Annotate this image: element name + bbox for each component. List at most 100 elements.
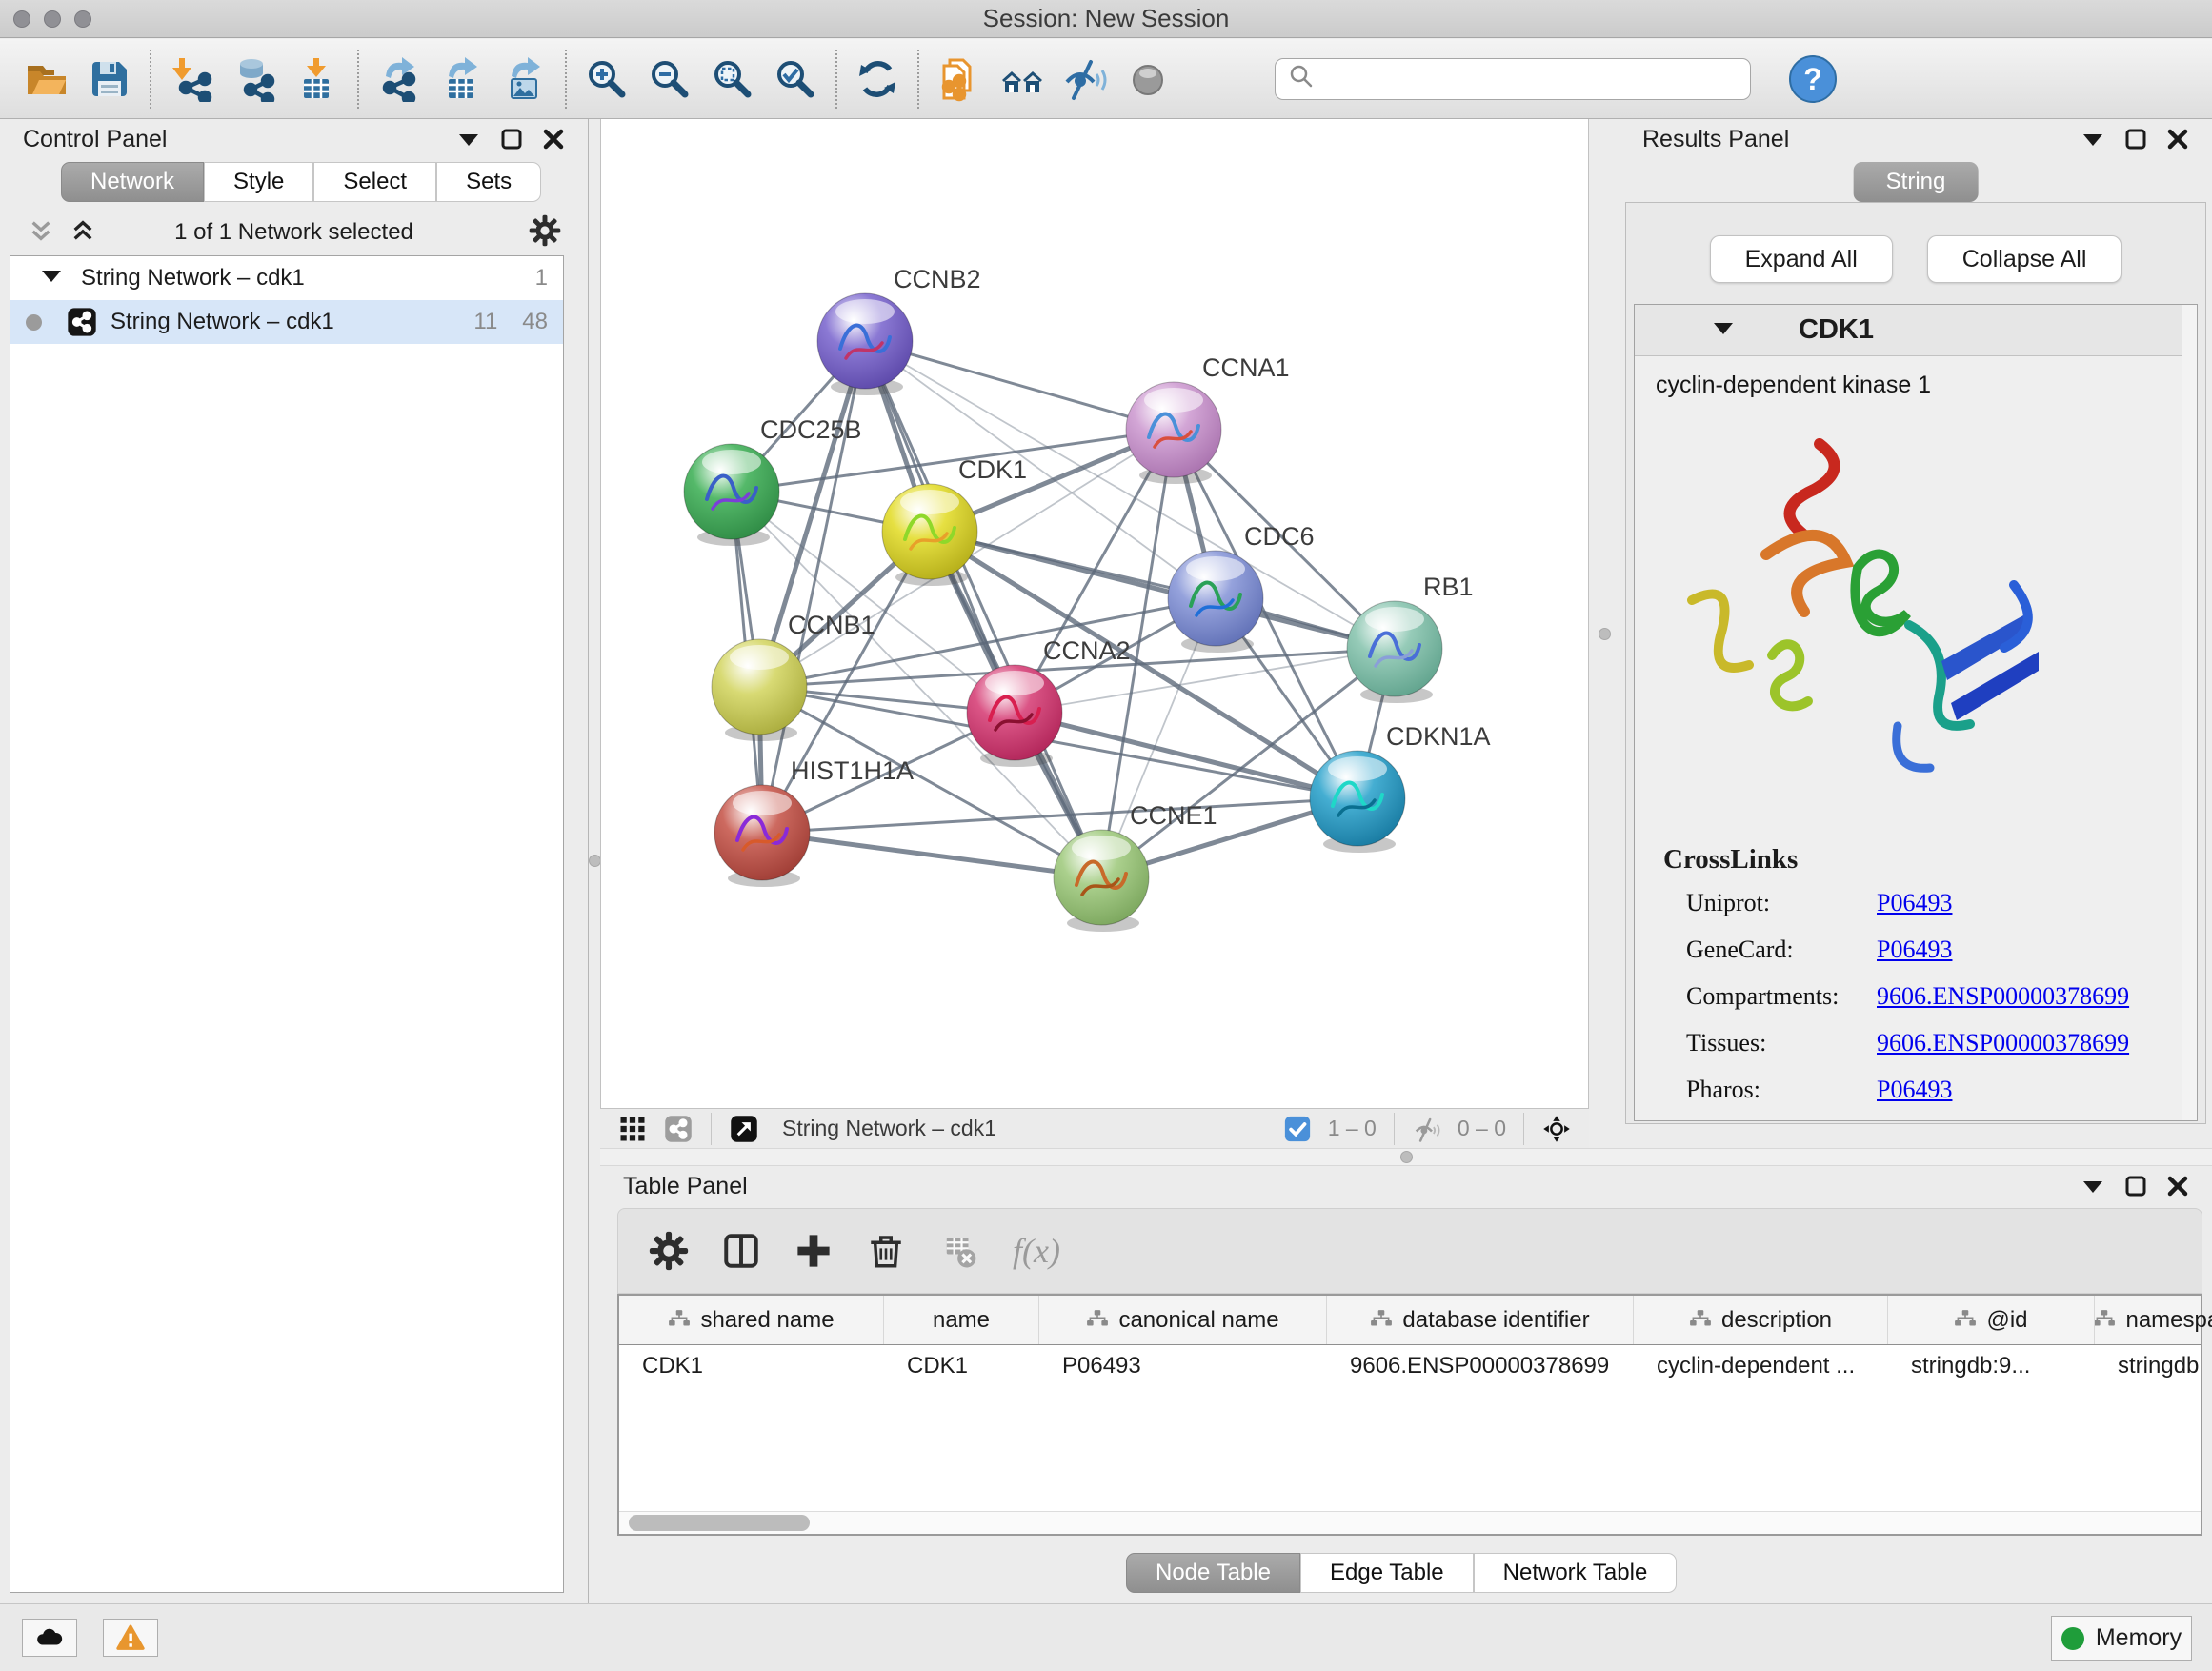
table-row[interactable]: CDK1CDK1P064939606.ENSP00000378699cyclin… [619, 1345, 2201, 1387]
collection-expand-icon[interactable] [39, 265, 64, 292]
tab-network-table[interactable]: Network Table [1474, 1553, 1678, 1593]
bottom-splitter-handle[interactable] [1400, 1151, 1413, 1163]
node-CDK1[interactable]: CDK1 [882, 455, 1027, 586]
node-CDC6[interactable]: CDC6 [1168, 522, 1315, 653]
zoom-fit-button[interactable] [701, 46, 764, 112]
close-window-button[interactable] [13, 10, 30, 28]
tab-select[interactable]: Select [313, 162, 436, 202]
grid-view-icon[interactable] [613, 1113, 652, 1145]
node-CCNE1[interactable]: CCNE1 [1054, 801, 1217, 932]
new-network-from-selection-button[interactable] [928, 46, 991, 112]
network-collection-row[interactable]: String Network – cdk1 1 [10, 256, 563, 300]
table-close-icon[interactable] [2166, 1175, 2189, 1198]
edge-CCNB2-CCNE1[interactable] [865, 341, 1101, 877]
tab-sets[interactable]: Sets [436, 162, 541, 202]
tab-node-table[interactable]: Node Table [1126, 1553, 1300, 1593]
save-session-button[interactable] [78, 46, 141, 112]
table-menu-icon[interactable] [2081, 1177, 2105, 1196]
selected-nodes-checkbox[interactable] [1278, 1113, 1317, 1145]
node-CDKN1A[interactable]: CDKN1A [1310, 722, 1491, 853]
table-cell[interactable]: 9606.ENSP00000378699 [1327, 1345, 1634, 1387]
search-field[interactable] [1275, 58, 1751, 100]
tab-style[interactable]: Style [204, 162, 313, 202]
table-cell[interactable]: P06493 [1039, 1345, 1327, 1387]
table-cell[interactable]: cyclin-dependent ... [1634, 1345, 1888, 1387]
tab-string[interactable]: String [1854, 162, 1979, 202]
table-cell[interactable]: stringdb [2095, 1345, 2212, 1387]
column-header-description[interactable]: description [1634, 1296, 1888, 1344]
network-overview-icon[interactable] [659, 1113, 697, 1145]
column-header-canonical-name[interactable]: canonical name [1039, 1296, 1327, 1344]
edge-HIST1H1A-CCNE1[interactable] [762, 833, 1101, 877]
tab-edge-table[interactable]: Edge Table [1300, 1553, 1474, 1593]
results-scrollbar[interactable] [2182, 305, 2197, 1120]
memory-button[interactable]: Memory [2051, 1616, 2192, 1661]
table-cell[interactable]: stringdb:9... [1888, 1345, 2095, 1387]
import-network-file-button[interactable] [160, 46, 223, 112]
table-cell[interactable]: CDK1 [619, 1345, 884, 1387]
export-network-button[interactable] [368, 46, 431, 112]
node-CCNB2[interactable]: CCNB2 [817, 265, 981, 395]
table-options-gear-icon[interactable] [641, 1223, 696, 1278]
hidden-items-icon[interactable] [1408, 1113, 1446, 1145]
collapse-all-button[interactable]: Collapse All [1927, 235, 2122, 283]
import-table-button[interactable] [286, 46, 349, 112]
table-horizontal-scrollbar[interactable] [619, 1511, 2201, 1534]
results-close-icon[interactable] [2166, 128, 2189, 151]
zoom-selected-button[interactable] [764, 46, 827, 112]
help-button[interactable]: ? [1787, 53, 1839, 105]
network-options-gear-icon[interactable] [529, 214, 561, 252]
node-HIST1H1A[interactable]: HIST1H1A [714, 756, 914, 887]
crosslink-link[interactable]: 9606.ENSP00000378699 [1877, 982, 2129, 1011]
crosslink-link[interactable]: P06493 [1877, 936, 1952, 964]
results-menu-icon[interactable] [2081, 130, 2105, 149]
edge-CDK1-RB1[interactable] [930, 532, 1395, 649]
column-header-shared-name[interactable]: shared name [619, 1296, 884, 1344]
tab-network[interactable]: Network [61, 162, 204, 202]
grayscale-mode-button[interactable] [1116, 46, 1179, 112]
import-network-database-button[interactable] [223, 46, 286, 112]
detach-view-icon[interactable] [725, 1113, 763, 1145]
minimize-window-button[interactable] [44, 10, 61, 28]
birdseye-view-icon[interactable] [1538, 1113, 1576, 1145]
crosslink-link[interactable]: P06493 [1877, 889, 1952, 917]
gene-collapse-icon[interactable] [1711, 318, 1736, 342]
warnings-button[interactable] [103, 1619, 158, 1657]
show-columns-icon[interactable] [714, 1223, 769, 1278]
expand-tree-icon[interactable] [69, 216, 97, 250]
column-header-namespace[interactable]: namespace [2095, 1296, 2212, 1344]
export-image-button[interactable] [493, 46, 556, 112]
zoom-window-button[interactable] [74, 10, 91, 28]
delete-column-icon[interactable] [858, 1223, 914, 1278]
column-header-database-identifier[interactable]: database identifier [1327, 1296, 1634, 1344]
window-controls[interactable] [13, 0, 91, 37]
column-header-name[interactable]: name [884, 1296, 1039, 1344]
first-neighbors-button[interactable] [991, 46, 1054, 112]
open-session-button[interactable] [15, 46, 78, 112]
expand-all-button[interactable]: Expand All [1710, 235, 1893, 283]
collapse-tree-icon[interactable] [27, 216, 55, 250]
search-input[interactable] [1323, 66, 1739, 92]
panel-float-icon[interactable] [500, 128, 523, 151]
crosslink-link[interactable]: P06493 [1877, 1076, 1952, 1104]
edge-CCNB2-CCNA1[interactable] [865, 341, 1174, 430]
add-column-icon[interactable] [786, 1223, 841, 1278]
crosslink-link[interactable]: 9606.ENSP00000378699 [1877, 1029, 2129, 1057]
export-table-button[interactable] [431, 46, 493, 112]
panel-menu-icon[interactable] [456, 130, 481, 149]
column-header--id[interactable]: @id [1888, 1296, 2095, 1344]
panel-close-icon[interactable] [542, 128, 565, 151]
node-table[interactable]: shared namenamecanonical namedatabase id… [617, 1294, 2202, 1536]
scrollbar-thumb[interactable] [629, 1515, 810, 1531]
zoom-out-button[interactable] [638, 46, 701, 112]
network-view[interactable]: CCNB2CCNA1CDC25BCDK1CDC6RB1CCNB1CCNA2CDK… [600, 119, 1589, 1108]
table-cell[interactable]: CDK1 [884, 1345, 1039, 1387]
hide-selected-button[interactable] [1054, 46, 1116, 112]
table-float-icon[interactable] [2124, 1175, 2147, 1198]
network-row[interactable]: String Network – cdk1 11 48 [10, 300, 563, 344]
right-splitter-handle[interactable] [1599, 628, 1611, 640]
cloudstore-button[interactable] [22, 1619, 77, 1657]
zoom-in-button[interactable] [575, 46, 638, 112]
node-RB1[interactable]: RB1 [1347, 573, 1474, 703]
refresh-button[interactable] [846, 46, 909, 112]
